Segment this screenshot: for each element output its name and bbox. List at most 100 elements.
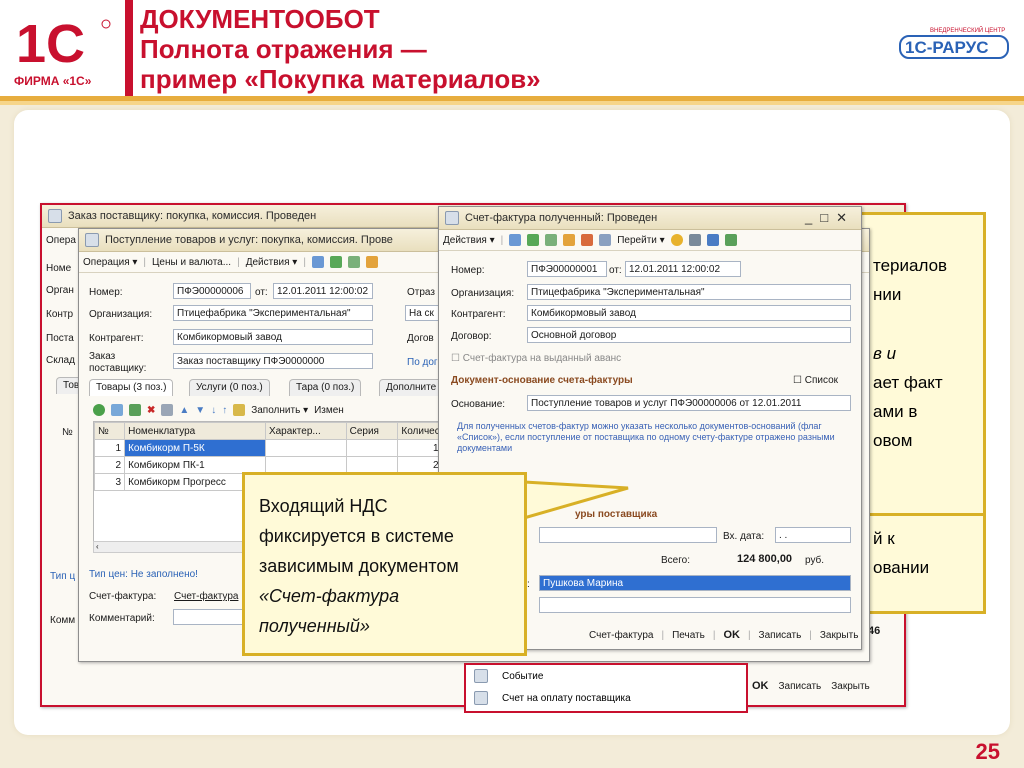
receipt-org-field[interactable]: Птицефабрика "Экспериментальная"	[173, 305, 373, 321]
row-series[interactable]	[345, 439, 399, 457]
fill-menu[interactable]: Заполнить ▾	[251, 405, 308, 416]
prices-currency-button[interactable]: Цены и валюта...	[152, 257, 231, 268]
order-ok-button[interactable]: OK	[752, 680, 769, 692]
operation-menu[interactable]: Операция ▾	[83, 257, 137, 268]
receipt-tab-goods[interactable]: Товары (3 поз.)	[89, 379, 174, 396]
invoice-contract-field[interactable]: Основной договор	[527, 327, 851, 343]
sort-desc-icon[interactable]: ↑	[222, 405, 227, 416]
invoice-advance-checkbox[interactable]: ☐ Счет-фактура на выданный аванс	[451, 353, 621, 364]
help-icon[interactable]	[670, 234, 683, 246]
scroll-left-icon[interactable]: ‹	[94, 542, 99, 551]
1c-logo: 1С ФИРМА «1С»	[14, 10, 119, 90]
menu-item-payment-invoice[interactable]: Счет на оплату поставщика	[466, 687, 746, 709]
col-no[interactable]: №	[94, 422, 126, 440]
structure-icon[interactable]	[581, 234, 594, 246]
move-up-icon[interactable]: ▲	[179, 405, 189, 416]
receipt-from-label: от:	[255, 287, 268, 298]
logo-text: 1С	[16, 14, 85, 74]
table-row[interactable]: 1 Комбикорм П-5К 1 000,000 кг	[94, 439, 454, 457]
invoice-in-date-label: Вх. дата:	[723, 531, 765, 542]
list-icon[interactable]	[688, 234, 701, 246]
sort-asc-icon[interactable]: ↓	[211, 405, 216, 416]
col-characteristic[interactable]: Характер...	[264, 422, 347, 440]
invoice-goto-menu[interactable]: Перейти ▾	[617, 235, 664, 246]
slide-title: ДОКУМЕНТООБОТ Полнота отражения — пример…	[140, 4, 541, 94]
receipt-order-field[interactable]: Заказ поставщику ПФЭ0000000	[173, 353, 373, 369]
refresh-icon[interactable]	[329, 256, 342, 268]
order-label-number: Номе	[46, 263, 72, 274]
row-no: 2	[94, 456, 126, 474]
report-icon[interactable]	[724, 234, 737, 246]
order-comment-label: Комм	[50, 615, 76, 626]
add-row-icon[interactable]	[93, 404, 105, 416]
invoice-hint: Для полученных счетов-фактур можно указа…	[457, 421, 835, 453]
document-icon	[48, 209, 62, 223]
barcode-icon[interactable]	[233, 404, 246, 416]
row-name[interactable]: Комбикорм П-5К	[124, 439, 266, 457]
invoice-window-titlebar[interactable]: Счет-фактура полученный: Проведен _□✕	[439, 207, 861, 230]
receipt-tab-extra[interactable]: Дополните	[379, 379, 444, 396]
copy-icon[interactable]	[347, 256, 360, 268]
order-col-no: №	[62, 427, 73, 438]
receipt-window-title: Поступление товаров и услуг: покупка, ко…	[105, 234, 393, 246]
move-down-icon[interactable]: ▼	[195, 405, 205, 416]
receipt-contractor-field[interactable]: Комбикормовый завод	[173, 329, 373, 345]
invoice-window-title: Счет-фактура полученный: Проведен	[465, 211, 658, 224]
invoice-list-checkbox[interactable]: ☐ Список	[793, 375, 838, 386]
invoice-basis-label: Основание:	[451, 399, 506, 410]
invoice-org-field[interactable]: Птицефабрика "Экспериментальная"	[527, 284, 851, 300]
order-close-button[interactable]: Закрыть	[831, 681, 870, 692]
main-callout-line-1: Входящий НДС	[259, 496, 388, 516]
maximize-icon[interactable]: □	[820, 210, 836, 225]
row-char[interactable]	[264, 439, 347, 457]
invoice-number-field[interactable]: ПФЭ00000001	[527, 261, 607, 277]
col-series[interactable]: Серия	[345, 422, 399, 440]
title-line-2: Полнота отражения —	[140, 34, 427, 64]
post-icon[interactable]	[509, 234, 522, 246]
logo-caption: ФИРМА «1С»	[14, 74, 92, 88]
invoice-basis-field[interactable]: Поступление товаров и услуг ПФЭ00000006 …	[527, 395, 851, 411]
col-nomenclature[interactable]: Номенклатура	[124, 422, 266, 440]
menu-item-payment-invoice-label: Счет на оплату поставщика	[502, 692, 631, 704]
invoice-in-date-field[interactable]: . .	[775, 527, 851, 543]
receipt-contractor-label: Контрагент:	[89, 333, 144, 344]
change-menu[interactable]: Измен	[314, 405, 344, 416]
order-save-button[interactable]: Записать	[779, 681, 822, 692]
invoice-actions-menu[interactable]: Действия ▾	[443, 235, 495, 246]
receipt-number-field[interactable]: ПФЭ00000006	[173, 283, 251, 299]
receipt-comment-label: Комментарий:	[89, 613, 155, 624]
receipt-price-type[interactable]: Тип цен: Не заполнено!	[89, 569, 198, 580]
receipt-right-field-1[interactable]: На ск	[405, 305, 439, 321]
receipt-date-field[interactable]: 12.01.2011 12:00:02	[273, 283, 373, 299]
copy-icon[interactable]	[545, 234, 558, 246]
invoice-basis-section: Документ-основание счета-фактуры	[451, 375, 633, 386]
edit-row-icon[interactable]	[129, 404, 141, 416]
based-on-icon[interactable]	[599, 234, 612, 246]
invoice-contractor-field[interactable]: Комбикормовый завод	[527, 305, 851, 321]
minimize-icon[interactable]: _	[805, 210, 820, 225]
invoice-advance-label: Счет-фактура на выданный аванс	[462, 353, 622, 364]
invoice-date-field[interactable]: 12.01.2011 12:00:02	[625, 261, 741, 277]
rarus-logo: ВНЕДРЕНЧЕСКИЙ ЦЕНТР 1С-РАРУС	[870, 18, 1010, 70]
based-on-menu[interactable]: Событие Счет на оплату поставщика	[464, 663, 748, 713]
invoice-print-button[interactable]: Печать	[672, 630, 705, 641]
end-edit-icon[interactable]	[161, 404, 174, 416]
post-icon[interactable]	[311, 256, 324, 268]
actions-menu[interactable]: Действия ▾	[246, 257, 298, 268]
main-callout-line-3: зависимым документом	[259, 556, 459, 576]
settings-icon[interactable]	[706, 234, 719, 246]
receipt-invoice-link[interactable]: Счет-фактура	[174, 591, 238, 602]
invoice-close-button[interactable]: Закрыть	[820, 630, 859, 641]
journal-icon[interactable]	[365, 256, 378, 268]
receipt-invoice-label: Счет-фактура:	[89, 591, 157, 602]
invoice-save-button[interactable]: Записать	[759, 630, 802, 641]
copy-row-icon[interactable]	[111, 404, 123, 416]
menu-item-event[interactable]: Событие	[466, 665, 746, 687]
invoice-ok-button[interactable]: OK	[723, 629, 740, 641]
refresh-icon[interactable]	[527, 234, 540, 246]
delete-row-icon[interactable]: ✖	[147, 405, 155, 416]
close-icon[interactable]: ✕	[836, 210, 855, 225]
journal-icon[interactable]	[563, 234, 576, 246]
receipt-tab-tara[interactable]: Тара (0 поз.)	[289, 379, 362, 396]
receipt-tab-services[interactable]: Услуги (0 поз.)	[189, 379, 270, 396]
